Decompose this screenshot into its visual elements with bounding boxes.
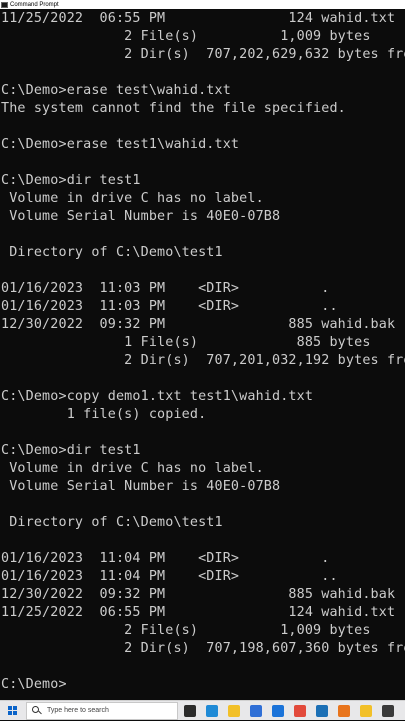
console-line: 11/25/2022 06:55 PM 124 wahid.txt bbox=[1, 11, 396, 26]
console-line: C:\Demo>copy demo1.txt test1\wahid.txt bbox=[1, 389, 314, 404]
firefox-icon[interactable] bbox=[338, 704, 350, 717]
console-line: Directory of C:\Demo\test1 bbox=[1, 245, 223, 260]
console-line: C:\Demo> bbox=[1, 677, 67, 692]
task-view-icon[interactable] bbox=[184, 704, 196, 717]
app-icon-2[interactable] bbox=[382, 704, 394, 717]
console-line: Volume in drive C has no label. bbox=[1, 461, 264, 476]
console-output[interactable]: 11/25/2022 06:55 PM 124 wahid.txt 2 File… bbox=[0, 10, 405, 700]
console-line: 2 Dir(s) 707,202,629,632 bytes free bbox=[1, 47, 405, 62]
edge-icon[interactable] bbox=[206, 704, 218, 717]
taskbar-pinned-apps bbox=[178, 704, 394, 717]
console-line: 2 File(s) 1,009 bytes bbox=[1, 623, 371, 638]
console-line: 01/16/2023 11:04 PM <DIR> .. bbox=[1, 569, 338, 584]
console-line: Volume in drive C has no label. bbox=[1, 191, 264, 206]
console-line: 2 File(s) 1,009 bytes bbox=[1, 29, 371, 44]
console-line: 2 Dir(s) 707,201,032,192 bytes free bbox=[1, 353, 405, 368]
search-icon bbox=[31, 705, 43, 717]
start-button[interactable] bbox=[0, 701, 24, 721]
mail-icon[interactable] bbox=[272, 704, 284, 717]
console-line: 1 file(s) copied. bbox=[1, 407, 207, 422]
search-placeholder: Type here to search bbox=[47, 707, 109, 714]
window-title: Command Prompt bbox=[10, 1, 59, 8]
console-line: 01/16/2023 11:04 PM <DIR> . bbox=[1, 551, 330, 566]
console-line: Directory of C:\Demo\test1 bbox=[1, 515, 223, 530]
taskbar-search-box[interactable]: Type here to search bbox=[26, 701, 178, 720]
console-line: 1 File(s) 885 bytes bbox=[1, 335, 371, 350]
chrome-icon[interactable] bbox=[294, 704, 306, 717]
console-line: The system cannot find the file specifie… bbox=[1, 101, 346, 116]
console-line: C:\Demo>dir test1 bbox=[1, 443, 141, 458]
console-line: Volume Serial Number is 40E0-07B8 bbox=[1, 479, 281, 494]
console-line: C:\Demo>erase test1\wahid.txt bbox=[1, 137, 240, 152]
command-prompt-icon bbox=[1, 1, 8, 8]
console-line: 2 Dir(s) 707,198,607,360 bytes free bbox=[1, 641, 405, 656]
console-line: 12/30/2022 09:32 PM 885 wahid.bak bbox=[1, 587, 396, 602]
store-icon[interactable] bbox=[250, 704, 262, 717]
taskbar: Type here to search bbox=[0, 700, 405, 720]
console-line: C:\Demo>dir test1 bbox=[1, 173, 141, 188]
explorer-pinned-icon[interactable] bbox=[360, 704, 372, 717]
console-line: C:\Demo>erase test\wahid.txt bbox=[1, 83, 231, 98]
title-bar: Command Prompt bbox=[0, 0, 405, 9]
console-line: 11/25/2022 06:55 PM 124 wahid.txt bbox=[1, 605, 396, 620]
app-icon[interactable] bbox=[316, 704, 328, 717]
file-explorer-icon[interactable] bbox=[228, 704, 240, 717]
console-line: 01/16/2023 11:03 PM <DIR> .. bbox=[1, 299, 338, 314]
console-line: 12/30/2022 09:32 PM 885 wahid.bak bbox=[1, 317, 396, 332]
windows-logo-icon bbox=[7, 706, 17, 715]
console-line: Volume Serial Number is 40E0-07B8 bbox=[1, 209, 281, 224]
console-line: 01/16/2023 11:03 PM <DIR> . bbox=[1, 281, 330, 296]
